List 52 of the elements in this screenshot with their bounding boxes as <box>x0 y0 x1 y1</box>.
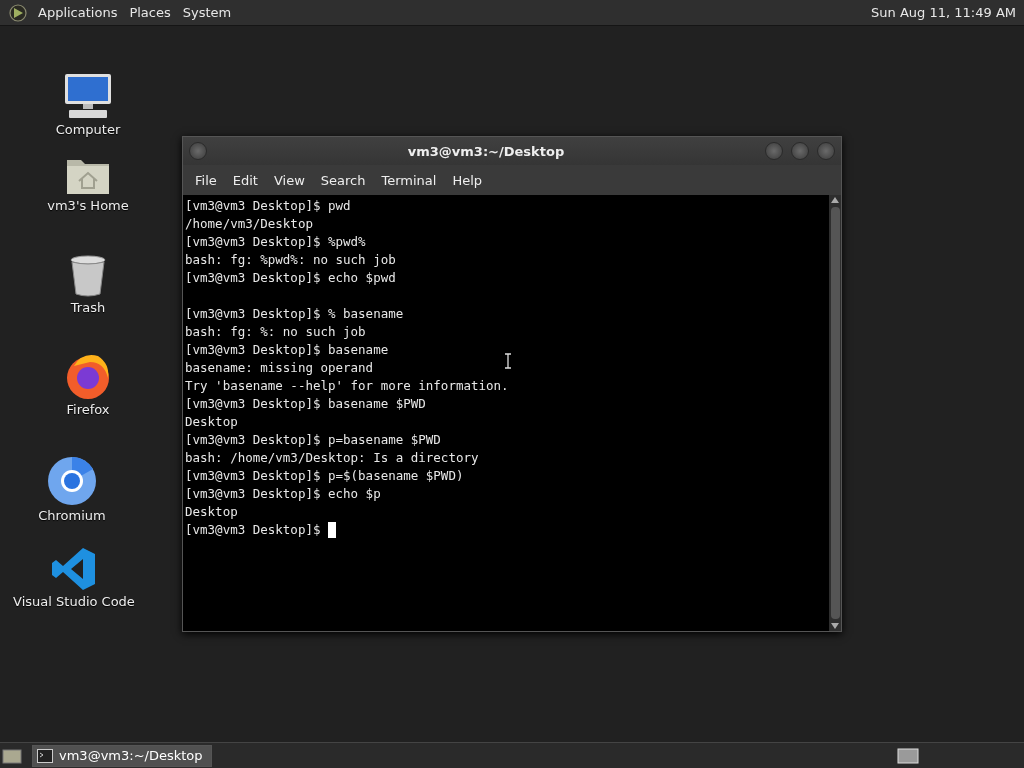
terminal-line: [vm3@vm3 Desktop]$ % basename <box>185 305 404 323</box>
show-desktop-icon[interactable] <box>2 747 22 764</box>
logo-icon[interactable] <box>8 2 28 23</box>
terminal-line: [vm3@vm3 Desktop]$ basename <box>185 341 389 359</box>
terminal-line: Desktop <box>185 413 238 431</box>
terminal-line: [vm3@vm3 Desktop]$ <box>185 521 322 539</box>
terminal-icon <box>37 748 53 763</box>
i-beam-cursor-icon <box>504 353 512 369</box>
desktop-icon-label[interactable]: vm3's Home <box>47 198 129 213</box>
terminal-line: Desktop <box>185 503 238 521</box>
workspace-switcher-icon[interactable] <box>897 747 919 764</box>
clock[interactable]: Sun Aug 11, 11:49 AM <box>871 5 1018 20</box>
trash-icon[interactable] <box>68 254 108 298</box>
menu-item[interactable]: Edit <box>226 170 264 190</box>
menu-item[interactable]: File <box>189 170 223 190</box>
computer-icon[interactable] <box>63 72 113 120</box>
taskbar-button[interactable]: vm3@vm3:~/Desktop <box>32 744 212 767</box>
window-title: vm3@vm3:~/Desktop <box>406 143 566 159</box>
terminal-line: [vm3@vm3 Desktop]$ p=basename $PWD <box>185 431 441 449</box>
terminal-line: [vm3@vm3 Desktop]$ basename $PWD <box>185 395 426 413</box>
desktop-icon-label[interactable]: Trash <box>70 300 106 315</box>
panel-menu[interactable]: Applications <box>36 5 120 20</box>
panel-menu[interactable]: Places <box>127 5 173 20</box>
terminal-line: bash: fg: %: no such job <box>185 323 366 341</box>
maximize-button[interactable] <box>791 142 809 160</box>
terminal-line: /home/vm3/Desktop <box>185 215 313 233</box>
terminal-line: [vm3@vm3 Desktop]$ pwd <box>185 197 351 215</box>
panel-menu[interactable]: System <box>180 5 234 20</box>
chromium-icon[interactable] <box>47 456 97 506</box>
desktop-icon-label[interactable]: Visual Studio Code <box>13 594 135 609</box>
desktop-icon-label[interactable]: Firefox <box>66 402 110 417</box>
menu-item[interactable]: Search <box>314 170 372 190</box>
menu-item[interactable]: Help <box>446 170 489 190</box>
desktop-icon-label[interactable]: Computer <box>55 122 121 137</box>
scroll-down-arrow-icon[interactable] <box>831 623 839 629</box>
terminal-line: bash: fg: %pwd%: no such job <box>185 251 396 269</box>
terminal-line: bash: /home/vm3/Desktop: Is a directory <box>185 449 479 467</box>
desktop-icon-label[interactable]: Chromium <box>38 508 106 523</box>
terminal-line: [vm3@vm3 Desktop]$ echo $p <box>185 485 381 503</box>
terminal-line: [vm3@vm3 Desktop]$ echo $pwd <box>185 269 396 287</box>
scroll-up-arrow-icon[interactable] <box>831 197 839 203</box>
terminal-line: [vm3@vm3 Desktop]$ p=$(basename $PWD) <box>185 467 464 485</box>
window-menu-button[interactable] <box>189 142 207 160</box>
terminal-line: [vm3@vm3 Desktop]$ %pwd% <box>185 233 366 251</box>
scrollbar[interactable] <box>829 195 841 631</box>
menu-item[interactable]: Terminal <box>375 170 443 190</box>
terminal-line: basename: missing operand <box>185 359 374 377</box>
text-cursor <box>328 522 336 538</box>
menu-item[interactable]: View <box>267 170 311 190</box>
code-editor-icon[interactable] <box>51 546 97 592</box>
firefox-icon[interactable] <box>64 352 112 400</box>
terminal-line: Try 'basename --help' for more information. <box>185 377 509 395</box>
